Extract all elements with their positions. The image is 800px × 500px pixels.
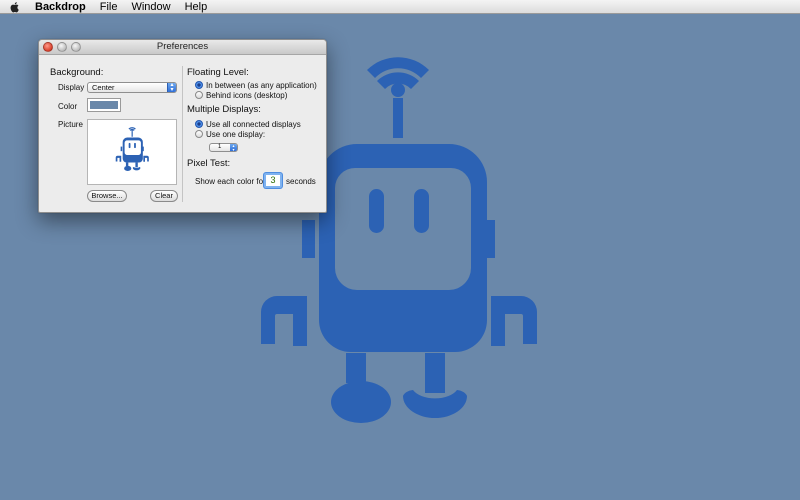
menu-app-name[interactable]: Backdrop [35, 0, 86, 14]
display-number-value: 1 [218, 144, 222, 150]
option-all-displays-label: Use all connected displays [206, 120, 301, 129]
floating-level-heading: Floating Level: [187, 67, 249, 78]
option-one-display-label: Use one display: [206, 130, 266, 139]
radio-one-display[interactable] [195, 130, 203, 138]
color-swatch [90, 101, 118, 109]
picture-label: Picture [58, 120, 83, 129]
display-label: Display [58, 83, 85, 92]
menu-window[interactable]: Window [131, 0, 170, 14]
radio-in-between[interactable] [195, 81, 203, 89]
option-in-between-label: In between (as any application) [206, 81, 317, 90]
picture-well[interactable] [87, 119, 177, 185]
pixel-test-prefix: Show each color for [195, 177, 266, 186]
pixel-test-suffix: seconds [286, 177, 316, 186]
radio-all-displays[interactable] [195, 120, 203, 128]
window-titlebar[interactable]: Preferences [39, 40, 326, 55]
menu-bar: Backdrop File Window Help [0, 0, 800, 14]
browse-button[interactable]: Browse... [87, 190, 127, 202]
menu-file[interactable]: File [100, 0, 118, 14]
color-well[interactable] [87, 98, 121, 112]
clear-button[interactable]: Clear [150, 190, 178, 202]
stepper-arrows-icon: ▴ ▾ [230, 144, 237, 151]
window-title: Preferences [156, 41, 209, 52]
menu-help[interactable]: Help [185, 0, 208, 14]
select-arrows-icon: ▴ ▾ [167, 82, 176, 93]
robot-thumbnail-image [115, 127, 149, 171]
display-select[interactable]: Center ▴ ▾ [87, 82, 177, 93]
color-label: Color [58, 102, 78, 111]
pixel-test-heading: Pixel Test: [187, 158, 231, 169]
column-divider [182, 66, 183, 202]
display-select-value: Center [92, 83, 115, 92]
multiple-displays-heading: Multiple Displays: [187, 104, 261, 115]
pixel-test-seconds-field[interactable]: 3 [264, 173, 282, 188]
radio-behind-icons[interactable] [195, 91, 203, 99]
background-heading: Background: [50, 67, 104, 78]
option-behind-icons-label: Behind icons (desktop) [206, 91, 288, 100]
preferences-window: Preferences Background: Display Center ▴… [38, 39, 327, 213]
apple-logo-icon[interactable] [9, 1, 21, 13]
display-number-select[interactable]: 1 ▴ ▾ [209, 143, 238, 152]
